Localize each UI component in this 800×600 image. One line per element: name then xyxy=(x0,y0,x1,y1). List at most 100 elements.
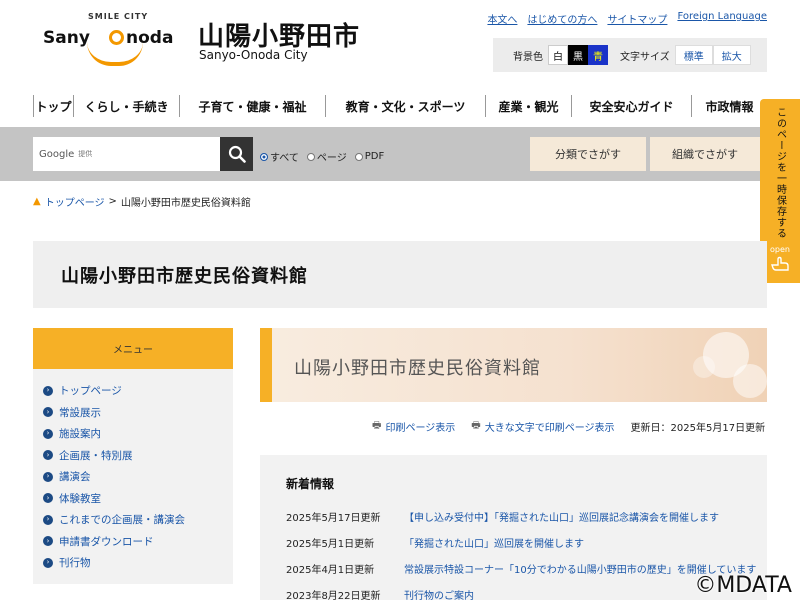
menu-link-publications[interactable]: 刊行物 xyxy=(59,555,91,570)
page-title-box: 山陽小野田市歴史民俗資料館 xyxy=(33,241,767,308)
bg-white-button[interactable]: 白 xyxy=(548,45,568,65)
breadcrumb: ▲ トップページ > 山陽小野田市歴史民俗資料館 xyxy=(33,194,251,209)
city-logo[interactable]: SMILE CITY Sany noda xyxy=(40,12,190,72)
banner-title: 山陽小野田市歴史民俗資料館 xyxy=(294,358,541,379)
scope-pdf-radio[interactable]: PDF xyxy=(354,151,384,162)
font-size-label: 文字サイズ xyxy=(620,51,670,63)
global-nav: トップ くらし・手続き 子育て・健康・福祉 教育・文化・スポーツ 産業・観光 安… xyxy=(33,88,767,124)
print-options: 🖶 印刷ページ表示 🖶 大きな文字で印刷ページ表示 更新日：2025年5月17日… xyxy=(372,418,765,435)
nav-item-industry[interactable]: 産業・観光 xyxy=(485,95,571,117)
google-brand: Google xyxy=(39,148,75,160)
scope-page-radio[interactable]: ページ xyxy=(306,149,347,164)
logo-text-left: Sany xyxy=(43,28,90,48)
nav-item-top[interactable]: トップ xyxy=(33,95,73,117)
museum-banner: 山陽小野田市歴史民俗資料館 xyxy=(260,328,767,402)
news-row: 2025年5月17日更新 【申し込み受付中】「発掘された山口」巡回展記念講演会を… xyxy=(286,509,719,524)
chevron-right-icon: › xyxy=(43,536,53,547)
font-large-button[interactable]: 拡大 xyxy=(712,45,751,65)
search-band: Google 提供 すべて ページ PDF 分類でさがす 組織でさがす xyxy=(0,127,800,181)
news-link[interactable]: 「発掘された山口」巡回展を開催します xyxy=(404,535,584,550)
print-page-link[interactable]: 印刷ページ表示 xyxy=(385,419,455,434)
nav-item-city-info[interactable]: 市政情報 xyxy=(691,95,767,117)
news-date: 2025年5月1日更新 xyxy=(286,539,375,550)
news-section: 新着情報 2025年5月17日更新 【申し込み受付中】「発掘された山口」巡回展記… xyxy=(260,455,767,600)
scope-all-radio[interactable]: すべて xyxy=(260,149,299,164)
news-link[interactable]: 刊行物のご案内 xyxy=(404,587,474,600)
menu-item: › これまでの企画展・講演会 xyxy=(43,509,233,531)
chevron-right-icon: › xyxy=(43,407,53,418)
menu-link-special[interactable]: 企画展・特別展 xyxy=(59,448,133,463)
display-settings-bar: 背景色 白 黒 青 文字サイズ 標準 拡大 xyxy=(493,38,767,72)
news-row: 2023年8月22日更新 刊行物のご案内 xyxy=(286,587,474,600)
menu-item: › 体験教室 xyxy=(43,488,233,510)
menu-link-lecture[interactable]: 講演会 xyxy=(59,469,91,484)
nav-item-safety[interactable]: 安全安心ガイド xyxy=(571,95,691,117)
news-date: 2023年8月22日更新 xyxy=(286,591,381,600)
search-scope-options: すべて ページ PDF xyxy=(260,149,384,164)
skip-to-content-link[interactable]: 本文へ xyxy=(487,11,517,26)
menu-link-past[interactable]: これまでの企画展・講演会 xyxy=(59,512,185,527)
watermark: ©MDATA xyxy=(694,573,792,598)
chevron-right-icon: › xyxy=(43,385,53,396)
logo-smile-mark xyxy=(87,42,143,66)
breadcrumb-home-link[interactable]: トップページ xyxy=(45,194,105,209)
menu-link-permanent[interactable]: 常設展示 xyxy=(59,405,101,420)
news-date: 2025年4月1日更新 xyxy=(286,565,375,576)
search-input[interactable]: Google 提供 xyxy=(33,137,220,171)
printer-icon: 🖶 xyxy=(372,420,382,431)
menu-item: › 申請書ダウンロード xyxy=(43,531,233,553)
font-standard-button[interactable]: 標準 xyxy=(674,45,713,65)
menu-link-workshop[interactable]: 体験教室 xyxy=(59,491,101,506)
nav-item-living[interactable]: くらし・手続き xyxy=(73,95,179,117)
sitemap-link[interactable]: サイトマップ xyxy=(607,11,667,26)
menu-link-top[interactable]: トップページ xyxy=(59,383,122,398)
search-icon xyxy=(228,145,246,163)
site-name-en: Sanyo-Onoda City xyxy=(199,48,308,62)
first-time-link[interactable]: はじめての方へ xyxy=(527,11,597,26)
pointing-hand-icon xyxy=(771,256,789,271)
home-icon: ▲ xyxy=(33,196,41,207)
menu-item: › 講演会 xyxy=(43,466,233,488)
chevron-right-icon: › xyxy=(43,471,53,482)
side-menu-list: › トップページ › 常設展示 › 施設案内 › 企画展・特別展 › 講演会 › 体験教室 … xyxy=(33,369,233,574)
news-row: 2025年4月1日更新 常設展示特設コーナー「10分でわかる山陽小野田市の歴史」… xyxy=(286,561,756,576)
bg-black-button[interactable]: 黒 xyxy=(568,45,588,65)
chevron-right-icon: › xyxy=(43,428,53,439)
news-link[interactable]: 【申し込み受付中】「発掘された山口」巡回展記念講演会を開催します xyxy=(404,509,719,524)
chevron-right-icon: › xyxy=(43,493,53,504)
breadcrumb-separator: > xyxy=(108,196,117,207)
nav-item-education[interactable]: 教育・文化・スポーツ xyxy=(325,95,485,117)
menu-link-download[interactable]: 申請書ダウンロード xyxy=(59,534,154,549)
printer-icon: 🖶 xyxy=(471,420,481,431)
menu-item: › 施設案内 xyxy=(43,423,233,445)
breadcrumb-current: 山陽小野田市歴史民俗資料館 xyxy=(120,198,251,209)
site-header: SMILE CITY Sany noda 山陽小野田市 Sanyo-Onoda … xyxy=(0,0,800,88)
radio-icon xyxy=(354,152,363,161)
search-button[interactable] xyxy=(220,137,253,171)
foreign-language-link[interactable]: Foreign Language xyxy=(677,11,767,26)
page-title: 山陽小野田市歴史民俗資料館 xyxy=(61,265,308,287)
temp-save-open-label: open xyxy=(770,245,790,254)
google-provided: 提供 xyxy=(78,150,93,158)
menu-item: › トップページ xyxy=(43,380,233,402)
chevron-right-icon: › xyxy=(43,557,53,568)
large-print-page-link[interactable]: 大きな文字で印刷ページ表示 xyxy=(485,419,615,434)
logo-smile-text: SMILE CITY xyxy=(88,12,149,21)
chevron-right-icon: › xyxy=(43,450,53,461)
bg-blue-button[interactable]: 青 xyxy=(588,45,608,65)
side-menu-header: メニュー xyxy=(33,328,233,369)
radio-selected-icon xyxy=(260,152,268,161)
news-row: 2025年5月1日更新 「発掘された山口」巡回展を開催します xyxy=(286,535,584,550)
utility-links: 本文へ はじめての方へ サイトマップ Foreign Language xyxy=(487,11,767,26)
nav-item-childcare[interactable]: 子育て・健康・福祉 xyxy=(179,95,325,117)
news-date: 2025年5月17日更新 xyxy=(286,513,381,524)
search-by-category-button[interactable]: 分類でさがす xyxy=(530,137,646,171)
search-by-organization-button[interactable]: 組織でさがす xyxy=(650,137,760,171)
radio-icon xyxy=(306,152,315,161)
news-title: 新着情報 xyxy=(286,477,335,491)
side-menu: メニュー › トップページ › 常設展示 › 施設案内 › 企画展・特別展 › 講演会 ›… xyxy=(33,328,233,584)
menu-link-facility[interactable]: 施設案内 xyxy=(59,426,101,441)
menu-item: › 刊行物 xyxy=(43,552,233,574)
temp-save-label: このページを一時保存する xyxy=(774,107,786,239)
menu-item: › 常設展示 xyxy=(43,402,233,424)
